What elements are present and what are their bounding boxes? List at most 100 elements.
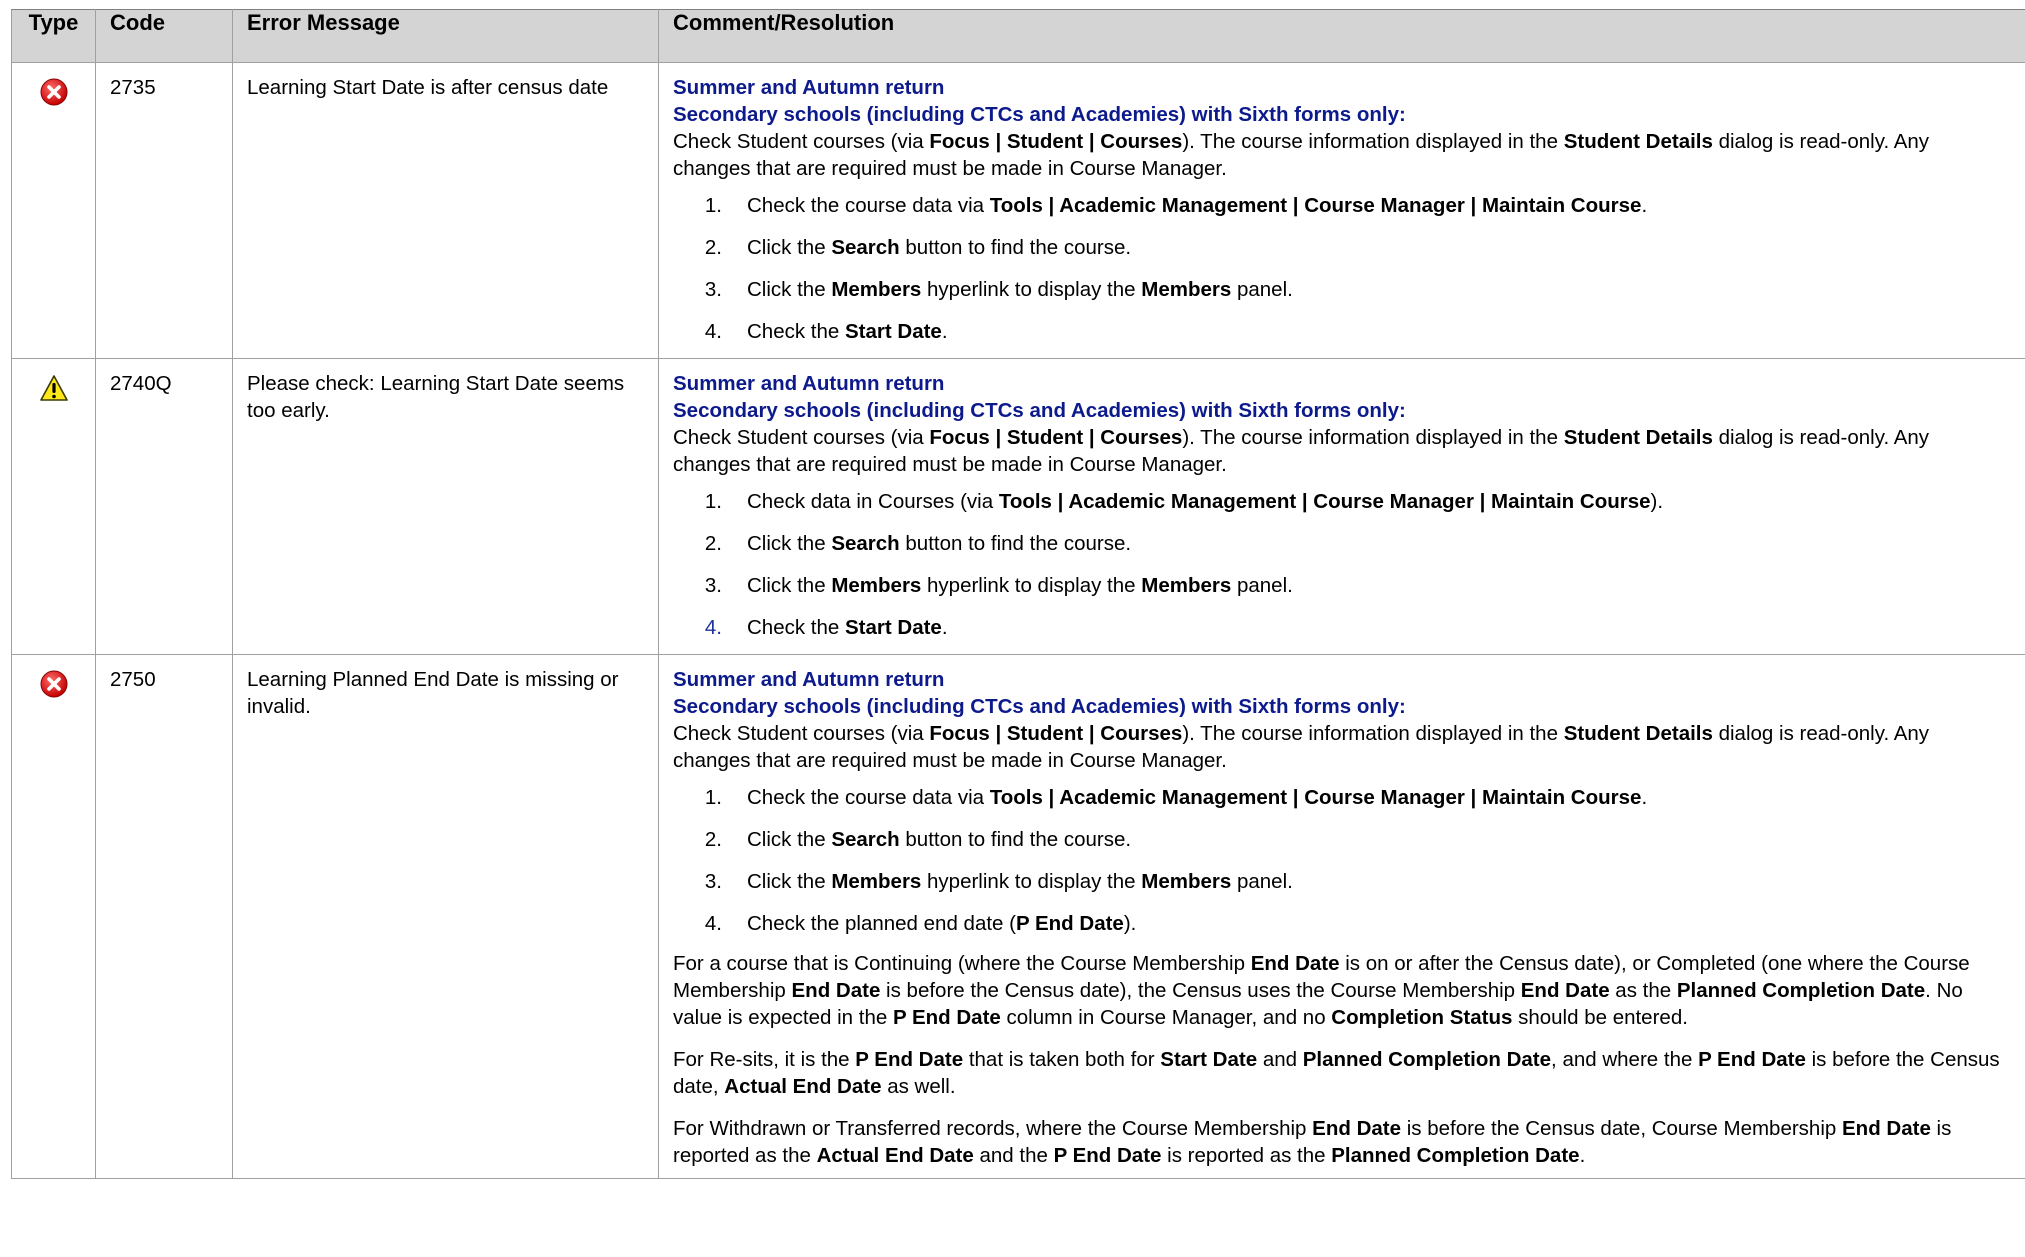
header-code: Code bbox=[95, 9, 233, 63]
text-run: . bbox=[941, 616, 948, 639]
text-run: is before the Census date), the Census u… bbox=[880, 979, 1521, 1002]
text-run: . bbox=[1641, 786, 1648, 809]
steps-list: 1. Check data in Courses (via Tools | Aca… bbox=[673, 488, 2011, 641]
code-cell: 2740Q bbox=[95, 358, 233, 655]
bold-text: Planned Completion Date bbox=[1676, 979, 1926, 1002]
bold-text: Tools | Academic Management | Course Man… bbox=[989, 194, 1642, 217]
bold-text: Completion Status bbox=[1331, 1006, 1513, 1029]
bold-text: Members bbox=[831, 870, 922, 893]
comment-cell: Summer and Autumn return Secondary schoo… bbox=[658, 62, 2025, 359]
type-cell bbox=[11, 62, 96, 359]
text-run: Check the bbox=[747, 320, 845, 343]
text-run: . bbox=[1641, 194, 1648, 217]
step-text: Click the Members hyperlink to display t… bbox=[747, 276, 1293, 303]
text-run: . bbox=[1579, 1144, 1586, 1167]
step-text: Check the planned end date (P End Date). bbox=[747, 910, 1136, 937]
step-item: 1. Check the course data via Tools | Acad… bbox=[673, 784, 2011, 811]
step-text: Click the Search button to find the cour… bbox=[747, 530, 1131, 557]
bold-text: End Date bbox=[1520, 979, 1610, 1002]
text-run: hyperlink to display the bbox=[921, 870, 1142, 893]
step-number: 1. bbox=[704, 786, 722, 809]
type-cell bbox=[11, 654, 96, 1179]
error-message: Please check: Learning Start Date seems … bbox=[247, 372, 625, 422]
school-heading: Secondary schools (including CTCs and Ac… bbox=[673, 695, 1406, 718]
bold-text: Tools | Academic Management | Course Man… bbox=[998, 490, 1651, 513]
text-run: hyperlink to display the bbox=[921, 278, 1142, 301]
bold-text: Search bbox=[831, 828, 900, 851]
step-number: 3. bbox=[704, 278, 722, 301]
text-run: as well. bbox=[881, 1075, 956, 1098]
text-run: Check the bbox=[747, 616, 845, 639]
table-row-2740Q: 2740Q Please check: Learning Start Date … bbox=[11, 358, 2025, 655]
step-text: Click the Search button to find the cour… bbox=[747, 826, 1131, 853]
text-run: button to find the course. bbox=[899, 236, 1132, 259]
text-run: panel. bbox=[1231, 870, 1293, 893]
header-comment-resolution: Comment/Resolution bbox=[658, 9, 2025, 63]
step-number: 4. bbox=[704, 320, 722, 343]
step-text: Check the Start Date. bbox=[747, 318, 948, 345]
step-number: 3. bbox=[704, 574, 722, 597]
error-icon bbox=[39, 77, 69, 107]
type-cell bbox=[11, 358, 96, 655]
bold-text: Student Details bbox=[1563, 722, 1713, 745]
text-run: Check the course data via bbox=[747, 786, 990, 809]
text-run: For Re-sits, it is the bbox=[673, 1048, 856, 1071]
header-type: Type bbox=[11, 9, 96, 63]
step-item: 2. Click the Search button to find the co… bbox=[673, 826, 2011, 853]
note-paragraph: For a course that is Continuing (where t… bbox=[673, 950, 2011, 1031]
step-item: 3. Click the Members hyperlink to display… bbox=[673, 572, 2011, 599]
text-run: Click the bbox=[747, 278, 832, 301]
text-run: ). bbox=[1650, 490, 1664, 513]
step-text: Click the Members hyperlink to display t… bbox=[747, 868, 1293, 895]
school-heading: Secondary schools (including CTCs and Ac… bbox=[673, 103, 1406, 126]
step-item: 2. Click the Search button to find the co… bbox=[673, 530, 2011, 557]
text-run: should be entered. bbox=[1512, 1006, 1688, 1029]
step-number: 4. bbox=[704, 616, 722, 639]
header-error-message: Error Message bbox=[232, 9, 659, 63]
bold-text: Student Details bbox=[1563, 426, 1713, 449]
step-text: Check the course data via Tools | Academ… bbox=[747, 784, 1647, 811]
text-run: ). The course information displayed in t… bbox=[1182, 426, 1564, 449]
text-run: Click the bbox=[747, 574, 832, 597]
bold-text: P End Date bbox=[1015, 912, 1124, 935]
step-item: 4. Check the planned end date (P End Date… bbox=[673, 910, 2011, 937]
text-run: is reported as the bbox=[1161, 1144, 1332, 1167]
text-run: ). The course information displayed in t… bbox=[1182, 722, 1564, 745]
steps-list: 1. Check the course data via Tools | Acad… bbox=[673, 784, 2011, 937]
step-item: 1. Check data in Courses (via Tools | Aca… bbox=[673, 488, 2011, 515]
bold-text: Search bbox=[831, 236, 900, 259]
note-paragraph: For Withdrawn or Transferred records, wh… bbox=[673, 1115, 2011, 1169]
step-number: 2. bbox=[704, 532, 722, 555]
step-number: 3. bbox=[704, 870, 722, 893]
bold-text: Start Date bbox=[1160, 1048, 1258, 1071]
bold-text: P End Date bbox=[892, 1006, 1001, 1029]
bold-text: Planned Completion Date bbox=[1302, 1048, 1552, 1071]
text-run: Check Student courses (via bbox=[673, 722, 930, 745]
text-run: Check Student courses (via bbox=[673, 130, 930, 153]
note-paragraph: For Re-sits, it is the P End Date that i… bbox=[673, 1046, 2011, 1100]
step-item: 1. Check the course data via Tools | Acad… bbox=[673, 192, 2011, 219]
bold-text: Start Date bbox=[845, 320, 942, 343]
table-row-2735: 2735 Learning Start Date is after census… bbox=[11, 62, 2025, 359]
step-text: Check data in Courses (via Tools | Acade… bbox=[747, 488, 1663, 515]
error-message: Learning Planned End Date is missing or … bbox=[247, 668, 619, 718]
bold-text: Members bbox=[1141, 278, 1232, 301]
bold-text: Focus | Student | Courses bbox=[929, 426, 1183, 449]
step-item: 3. Click the Members hyperlink to display… bbox=[673, 276, 2011, 303]
text-run: and bbox=[1257, 1048, 1303, 1071]
return-heading: Summer and Autumn return bbox=[673, 372, 945, 395]
text-run: panel. bbox=[1231, 278, 1293, 301]
steps-list: 1. Check the course data via Tools | Acad… bbox=[673, 192, 2011, 345]
text-run: button to find the course. bbox=[899, 532, 1132, 555]
intro-text: Check Student courses (via Focus | Stude… bbox=[673, 720, 2011, 774]
school-heading: Secondary schools (including CTCs and Ac… bbox=[673, 399, 1406, 422]
bold-text: End Date bbox=[791, 979, 881, 1002]
bold-text: Search bbox=[831, 532, 900, 555]
extra-notes: For a course that is Continuing (where t… bbox=[673, 950, 2011, 1169]
bold-text: Planned Completion Date bbox=[1331, 1144, 1580, 1167]
text-run: Click the bbox=[747, 532, 832, 555]
message-cell: Please check: Learning Start Date seems … bbox=[232, 358, 659, 655]
text-run: Check the planned end date ( bbox=[747, 912, 1016, 935]
bold-text: P End Date bbox=[1053, 1144, 1162, 1167]
return-heading: Summer and Autumn return bbox=[673, 668, 945, 691]
